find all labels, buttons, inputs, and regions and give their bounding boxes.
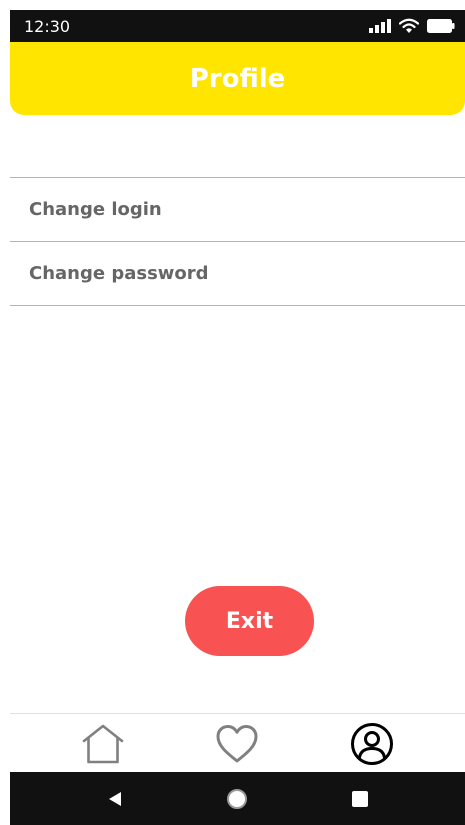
nav-home-button[interactable] — [217, 779, 257, 819]
tab-profile[interactable] — [344, 716, 400, 772]
home-circle-icon — [227, 788, 248, 809]
tab-favorites[interactable] — [209, 716, 265, 772]
system-nav-bar — [10, 772, 465, 825]
change-login-item[interactable]: Change login — [10, 178, 465, 242]
status-bar: 12:30 — [10, 10, 465, 42]
phone-screen: 12:30 Profile Change login Change passwo… — [10, 10, 465, 825]
heart-icon — [216, 724, 258, 762]
profile-icon — [350, 722, 393, 765]
profile-menu: Change login Change password — [10, 177, 465, 306]
recents-icon — [351, 790, 368, 807]
battery-icon — [427, 19, 455, 33]
status-time: 12:30 — [24, 16, 71, 36]
exit-button[interactable]: Exit — [185, 586, 314, 656]
tab-home[interactable] — [75, 716, 131, 772]
status-icons — [369, 18, 455, 34]
app-header: Profile — [10, 42, 465, 115]
nav-recents-button[interactable] — [340, 779, 380, 819]
home-icon — [82, 724, 124, 763]
nav-back-button[interactable] — [95, 779, 135, 819]
change-password-item[interactable]: Change password — [10, 242, 465, 306]
bottom-tab-bar — [10, 713, 465, 773]
signal-icon — [369, 19, 391, 33]
page-title: Profile — [189, 63, 286, 94]
back-icon — [109, 791, 122, 806]
wifi-icon — [399, 18, 419, 33]
